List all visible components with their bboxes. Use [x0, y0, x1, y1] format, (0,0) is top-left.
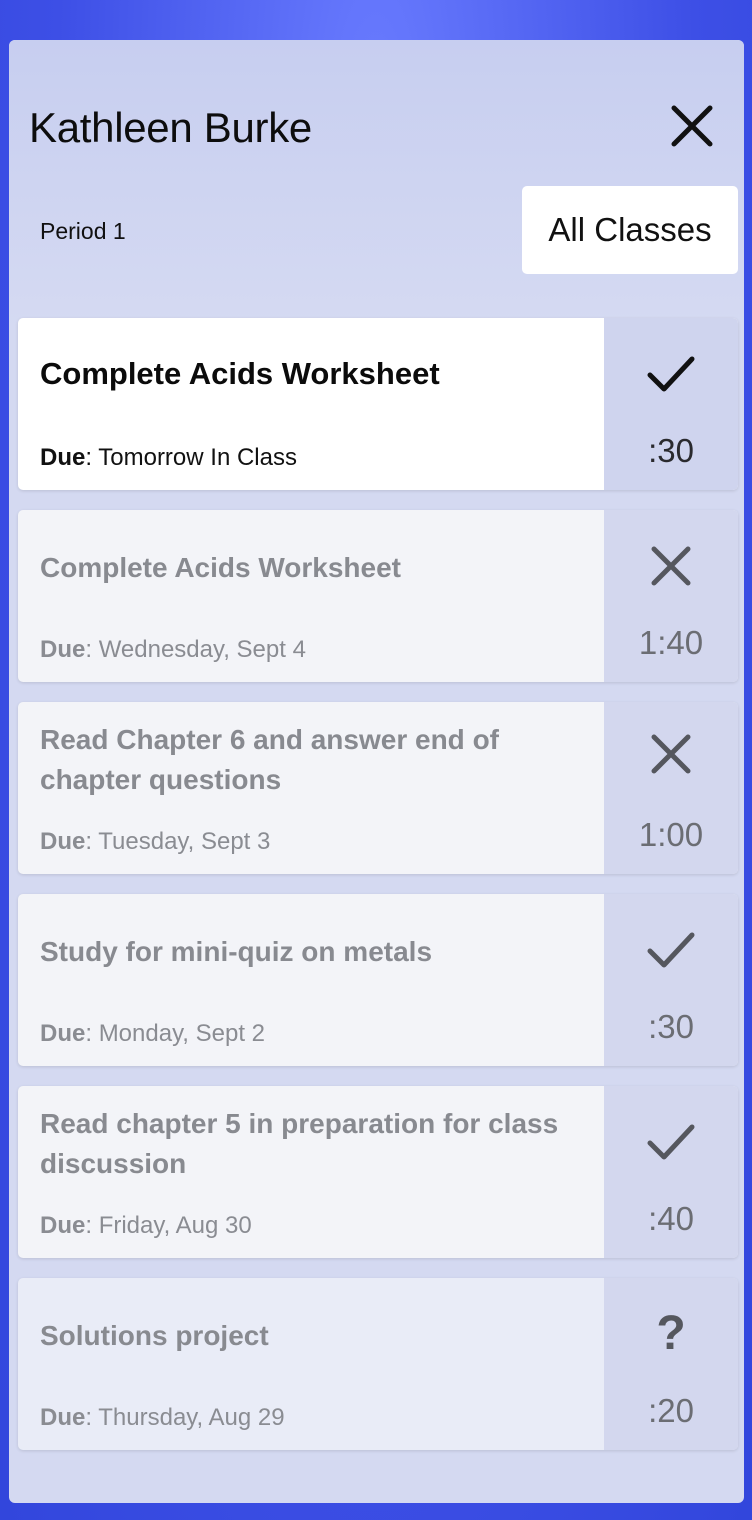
- task-title: Solutions project: [40, 1320, 269, 1351]
- due-label: Due: [40, 444, 86, 471]
- due-label: Due: [40, 1212, 86, 1239]
- due-date: Wednesday, Sept 4: [98, 636, 306, 663]
- task-time: :20: [648, 1392, 694, 1429]
- task-status-panel[interactable]: :30: [604, 894, 738, 1066]
- task-main: Study for mini-quiz on metals Due: Monda…: [18, 894, 604, 1066]
- task-due: Due: Friday, Aug 30: [40, 1212, 252, 1239]
- task-card[interactable]: Study for mini-quiz on metals Due: Monda…: [18, 894, 738, 1066]
- task-list: Complete Acids Worksheet Due: Tomorrow I…: [18, 318, 738, 1470]
- close-button[interactable]: [668, 102, 716, 150]
- check-icon[interactable]: [643, 922, 699, 978]
- task-card[interactable]: Complete Acids Worksheet Due: Tomorrow I…: [18, 318, 738, 490]
- close-icon: [671, 105, 713, 147]
- task-status-panel[interactable]: 1:00: [604, 702, 738, 874]
- task-title: Complete Acids Worksheet: [40, 552, 401, 583]
- task-time: :30: [648, 1008, 694, 1045]
- task-due: Due: Monday, Sept 2: [40, 1020, 266, 1047]
- sheet-header: Kathleen Burke: [29, 104, 724, 152]
- task-status-panel[interactable]: 1:40: [604, 510, 738, 682]
- due-label: Due: [40, 636, 86, 663]
- task-status-panel[interactable]: ? :20: [604, 1278, 738, 1450]
- x-icon[interactable]: [643, 726, 699, 782]
- period-label: Period 1: [40, 218, 126, 244]
- question-icon[interactable]: ?: [643, 1306, 699, 1362]
- task-due: Due: Tomorrow In Class: [40, 444, 297, 471]
- task-title: Read Chapter 6 and answer end of chapter…: [40, 724, 499, 795]
- all-classes-button[interactable]: All Classes: [522, 186, 738, 274]
- x-icon[interactable]: [643, 538, 699, 594]
- task-card[interactable]: Complete Acids Worksheet Due: Wednesday,…: [18, 510, 738, 682]
- student-sheet: Kathleen Burke Period 1 All Classes Comp…: [9, 40, 744, 1503]
- check-icon[interactable]: [643, 1114, 699, 1170]
- task-main: Read chapter 5 in preparation for class …: [18, 1086, 604, 1258]
- task-main: Complete Acids Worksheet Due: Tomorrow I…: [18, 318, 604, 490]
- due-date: Tuesday, Sept 3: [98, 828, 271, 855]
- task-title: Read chapter 5 in preparation for class …: [40, 1108, 559, 1179]
- task-time: :40: [648, 1200, 694, 1237]
- task-due: Due: Wednesday, Sept 4: [40, 636, 306, 663]
- task-due: Due: Thursday, Aug 29: [40, 1404, 285, 1431]
- due-date: Monday, Sept 2: [98, 1020, 266, 1047]
- task-title: Study for mini-quiz on metals: [40, 936, 433, 967]
- task-status-panel[interactable]: :30: [604, 318, 738, 490]
- due-date: Tomorrow In Class: [98, 444, 297, 471]
- due-label: Due: [40, 1020, 86, 1047]
- task-time: 1:40: [638, 624, 704, 661]
- due-label: Due: [40, 828, 86, 855]
- student-name: Kathleen Burke: [29, 104, 312, 151]
- task-time: :30: [648, 432, 694, 469]
- task-main: Complete Acids Worksheet Due: Wednesday,…: [18, 510, 604, 682]
- task-main: Solutions project Due: Thursday, Aug 29: [18, 1278, 604, 1450]
- task-card[interactable]: Read Chapter 6 and answer end of chapter…: [18, 702, 738, 874]
- task-main: Read Chapter 6 and answer end of chapter…: [18, 702, 604, 874]
- task-card[interactable]: Solutions project Due: Thursday, Aug 29 …: [18, 1278, 738, 1450]
- due-label: Due: [40, 1404, 86, 1431]
- task-time: 1:00: [638, 816, 704, 853]
- due-date: Thursday, Aug 29: [98, 1404, 285, 1431]
- task-card[interactable]: Read chapter 5 in preparation for class …: [18, 1086, 738, 1258]
- task-title: Complete Acids Worksheet: [40, 356, 440, 391]
- task-status-panel[interactable]: :40: [604, 1086, 738, 1258]
- task-due: Due: Tuesday, Sept 3: [40, 828, 271, 855]
- check-icon[interactable]: [643, 346, 699, 402]
- due-date: Friday, Aug 30: [98, 1212, 252, 1239]
- sheet-header-area: [9, 40, 744, 330]
